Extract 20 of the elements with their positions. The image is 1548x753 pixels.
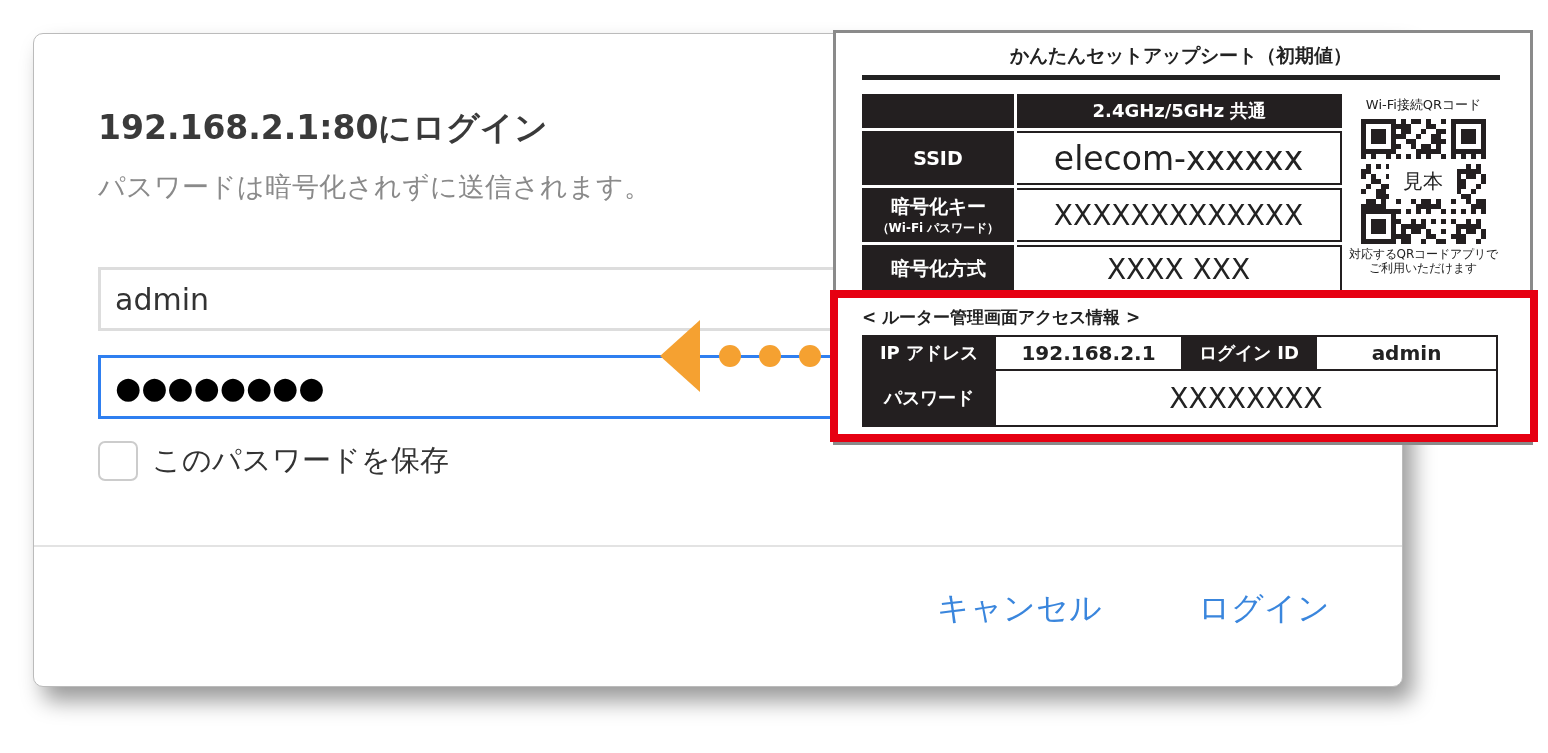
save-password-checkbox[interactable] bbox=[98, 441, 138, 481]
password-value: XXXXXXXX bbox=[996, 371, 1496, 425]
sheet-title: かんたんセットアップシート（初期値） bbox=[1009, 43, 1353, 68]
band-header: 2.4GHz/5GHz 共通 bbox=[1017, 94, 1342, 128]
label-text: 暗号化キー bbox=[890, 193, 986, 219]
value-cell: elecom-xxxxxx bbox=[1017, 131, 1342, 185]
label-subtext: （Wi-Fi パスワード） bbox=[876, 219, 1000, 237]
sample-stamp: 見本 bbox=[1389, 163, 1457, 199]
cancel-button[interactable]: キャンセル bbox=[935, 583, 1104, 635]
value-cell: XXXXXXXXXXXXX bbox=[1017, 188, 1342, 242]
label-text: SSID bbox=[913, 147, 963, 169]
save-password-label: このパスワードを保存 bbox=[152, 442, 449, 479]
qr-note: 対応するQRコードアプリで ご利用いただけます bbox=[1348, 248, 1499, 276]
qr-caption: Wi-Fi接続QRコード bbox=[1365, 96, 1482, 114]
login-id-value: admin bbox=[1317, 337, 1496, 369]
warning-text: パスワードは暗号化されずに送信されます。 bbox=[98, 170, 651, 204]
login-button[interactable]: ログイン bbox=[1196, 583, 1332, 635]
ip-value: 192.168.2.1 bbox=[996, 337, 1181, 369]
dialog-title: 192.168.2.1:80にログイン bbox=[98, 107, 549, 149]
access-heading: < ルーター管理画面アクセス情報 > bbox=[862, 306, 1142, 329]
